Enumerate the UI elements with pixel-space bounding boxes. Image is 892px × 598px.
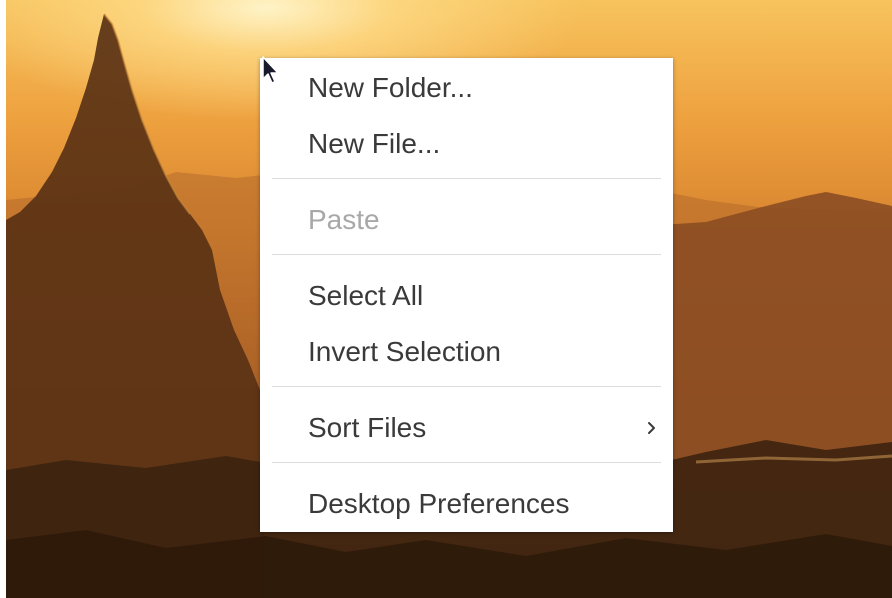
- desktop-context-menu: New Folder... New File... Paste Select A…: [260, 58, 673, 532]
- chevron-right-icon: [648, 422, 655, 434]
- menu-item-label: Sort Files: [308, 412, 427, 443]
- menu-item-paste[interactable]: Paste: [260, 196, 673, 244]
- menu-item-label: Select All: [308, 280, 424, 311]
- menu-item-select-all[interactable]: Select All: [260, 272, 673, 320]
- menu-item-sort-files[interactable]: Sort Files: [260, 404, 673, 452]
- menu-item-new-folder[interactable]: New Folder...: [260, 64, 673, 112]
- menu-item-new-file[interactable]: New File...: [260, 120, 673, 168]
- menu-item-label: Invert Selection: [308, 336, 501, 367]
- menu-item-invert-selection[interactable]: Invert Selection: [260, 328, 673, 376]
- menu-item-label: New File...: [308, 128, 441, 159]
- menu-item-desktop-preferences[interactable]: Desktop Preferences: [260, 480, 673, 528]
- menu-separator: [272, 462, 661, 463]
- menu-separator: [272, 386, 661, 387]
- menu-item-label: Desktop Preferences: [308, 488, 570, 519]
- mountain-ridge: [646, 192, 892, 470]
- menu-separator: [272, 178, 661, 179]
- menu-item-label: New Folder...: [308, 72, 473, 103]
- mouse-pointer-icon: [262, 56, 279, 84]
- menu-item-label: Paste: [308, 204, 380, 235]
- menu-separator: [272, 254, 661, 255]
